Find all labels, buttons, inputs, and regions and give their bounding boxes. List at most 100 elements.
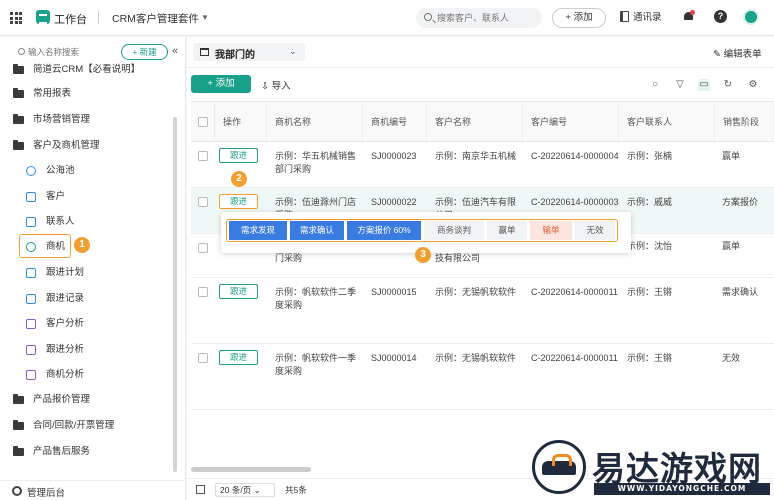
folder-icon [13,114,24,124]
view-name: 我部门的 [215,50,255,61]
opportunity-table: 操作 商机名称 商机编号 客户名称 客户编号 客户联系人 销售阶段 跟进 示例：… [191,101,774,468]
row-checkbox[interactable] [198,151,208,161]
customer-name: 技有限公司 [435,253,481,263]
admin-label: 管理后台 [27,488,66,499]
main-content: 我部门的 ⌄ ✎ 编辑表单 + 添加 ⇩ 导入 ○ ▽ ▭ ↻ ⚙ 操作 商机名… [187,37,774,500]
sidebar-item-contracts[interactable]: 合同/回款/开票管理 [0,414,172,438]
address-book-icon [620,11,629,22]
help-icon[interactable]: ? [714,10,727,23]
stage-step[interactable]: 赢单 [487,221,527,240]
app-grid-icon[interactable] [10,12,22,24]
sidebar-item-customer-analysis[interactable]: 客户分析 [0,312,172,336]
opportunity-name[interactable]: 示例：帆软软件一季 度采购 [275,352,356,378]
stage-step[interactable]: 商务谈判 [424,221,484,240]
total-count: 共5条 [285,485,307,495]
contact-card-icon [26,217,36,227]
follow-button[interactable]: 跟进 [219,350,258,365]
sidebar-item-guide[interactable]: 简道云CRM【必看说明】 [0,58,172,82]
stage-step-current[interactable]: 方案报价 60% [347,221,421,240]
sales-stage: 赢单 [722,241,741,251]
layout-icon[interactable]: ▭ [698,79,710,91]
sales-stage: 赢单 [722,151,741,161]
stage-step[interactable]: 需求确认 [290,221,344,240]
column-header: 商机编号 [363,102,427,142]
search-icon[interactable]: ○ [649,79,661,91]
sidebar-scrollbar[interactable] [173,117,177,472]
follow-button[interactable]: 跟进 [219,284,258,299]
opportunity-name[interactable]: 示例：华五机械销售 部门采购 [275,150,356,176]
sidebar-search-input[interactable] [28,45,116,59]
chevron-down-icon[interactable]: ▼ [201,13,209,22]
avatar[interactable] [743,9,759,25]
settings-icon[interactable]: ⚙ [747,79,759,91]
follow-button[interactable]: 跟进 [219,194,258,209]
contacts-button[interactable]: 通讯录 [620,8,662,28]
global-search-input[interactable] [437,11,537,25]
sidebar-item-public-pool[interactable]: 公海池 [0,159,172,183]
sidebar-item-opportunity-analysis[interactable]: 商机分析 [0,363,172,387]
opportunity-name[interactable]: 门采购 [275,252,302,265]
customer-code: C-20220614-0000004 [531,151,619,161]
divider [187,67,774,68]
notification-dot [690,10,695,15]
row-checkbox[interactable] [198,197,208,207]
opportunity-code: SJ0000014 [371,353,417,363]
horizontal-scrollbar[interactable] [191,467,311,472]
search-icon [424,13,432,21]
sidebar-item-marketing[interactable]: 市场营销管理 [0,108,172,132]
sidebar-item-reports[interactable]: 常用报表 [0,82,172,106]
stage-step-invalid[interactable]: 无效 [575,221,615,240]
sidebar-footer[interactable]: 管理后台 [0,480,186,500]
select-all-header[interactable] [191,102,215,142]
page-size-select[interactable]: 20 条/页 ⌄ [215,483,275,497]
edit-form-button[interactable]: ✎ 编辑表单 [713,46,762,60]
sidebar-item-follow-analysis[interactable]: 跟进分析 [0,338,172,362]
table-row[interactable]: 跟进 示例：帆软软件二季 度采购 SJ0000015 示例：无锡帆软软件 C-20… [191,278,774,344]
sidebar-item-quotes[interactable]: 产品报价管理 [0,388,172,412]
select-all-checkbox[interactable] [198,117,208,127]
annotation-badge-2: 2 [231,171,247,187]
sidebar-item-after-sales[interactable]: 产品售后服务 [0,440,172,464]
sidebar-item-customers[interactable]: 客户 [0,185,172,209]
stage-step-lose[interactable]: 输单 [530,221,572,240]
chart-icon [26,319,36,329]
opportunity-name[interactable]: 示例：帆软软件二季 度采购 [275,286,356,312]
row-checkbox[interactable] [198,243,208,253]
sidebar-item-contacts[interactable]: 联系人 [0,210,172,234]
table-row[interactable]: 跟进 示例：帆软软件一季 度采购 SJ0000014 示例：无锡帆软软件 C-20… [191,344,774,410]
sidebar-item-follow-records[interactable]: 跟进记录 [0,287,172,311]
filter-icon[interactable]: ▽ [674,79,686,91]
stage-step[interactable]: 需求发现 [229,221,287,240]
table-row[interactable]: 跟进 示例：华五机械销售 部门采购 SJ0000023 示例：南京华五机械 C-2… [191,142,774,188]
app-name[interactable]: 工作台 [54,11,87,27]
sales-stage: 需求确认 [722,287,759,297]
column-header: 操作 [215,102,267,142]
folder-icon [13,394,24,404]
collapse-sidebar-icon[interactable]: « [172,45,178,57]
top-bar: 工作台 CRM客户管理套件 ▼ + 添加 通讯录 ? [0,0,774,36]
folder-icon [13,64,24,74]
record-icon [26,294,36,304]
customer-code: C-20220614-0000003 [531,197,619,207]
row-checkbox[interactable] [198,353,208,363]
row-checkbox[interactable] [198,287,208,297]
view-selector[interactable]: 我部门的 ⌄ [193,43,305,61]
global-search[interactable] [416,8,542,28]
notification-bell-icon[interactable] [683,10,695,22]
refresh-icon[interactable]: ↻ [722,79,734,91]
chart-icon [26,345,36,355]
sidebar-item-customer-opportunity[interactable]: 客户及商机管理 [0,134,172,158]
gear-icon [12,486,22,496]
import-button[interactable]: ⇩ 导入 [261,78,291,92]
suite-name[interactable]: CRM客户管理套件 [112,11,199,26]
column-header: 客户联系人 [619,102,715,142]
table-view-icon [200,48,209,56]
watermark-url: WWW.YIDAYONGCHE.COM [594,483,770,495]
add-record-button[interactable]: + 添加 [191,75,251,93]
customer-code: C-20220614-0000011 [531,287,618,297]
sidebar-item-follow-plan[interactable]: 跟进计划 [0,261,172,285]
follow-button[interactable]: 跟进 [219,148,258,163]
site-watermark-logo: 易达游戏网 WWW.YIDAYONGCHE.COM [528,436,774,500]
add-button[interactable]: + 添加 [552,8,606,28]
column-header: 客户编号 [523,102,619,142]
